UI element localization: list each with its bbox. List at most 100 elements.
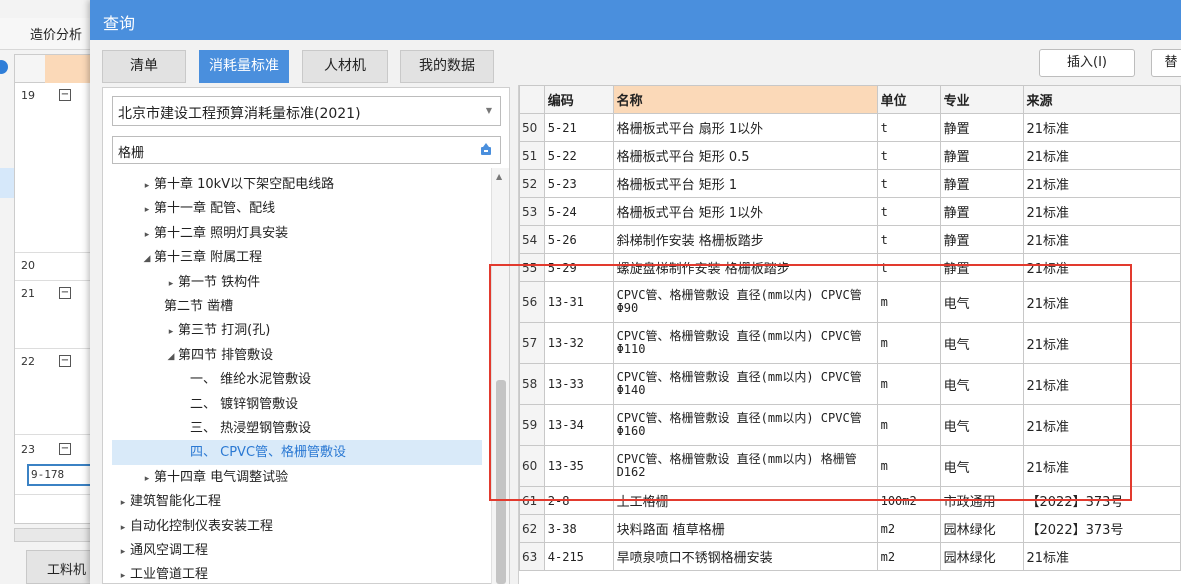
table-row[interactable]: 22 − — [15, 349, 101, 435]
tree-item[interactable]: ▸ 第十章 10kV以下架空配电线路 — [112, 172, 482, 197]
table-row[interactable]: 55 5-29 螺旋盘梯制作安装 格栅板踏步 t 静置 21标准 — [519, 253, 1181, 282]
expand-right-icon[interactable]: ▸ — [116, 540, 130, 565]
table-row[interactable]: 62 3-38 块料路面 植草格栅 m2 园林绿化 【2022】373号 — [519, 514, 1181, 543]
collapse-icon[interactable]: − — [59, 89, 71, 101]
expand-right-icon[interactable]: ▸ — [140, 198, 154, 223]
col-header-source[interactable]: 来源 — [1022, 85, 1181, 114]
code-cell: 2-8 — [543, 486, 614, 515]
table-row[interactable]: 19 − — [15, 83, 101, 253]
table-row[interactable]: 51 5-22 格栅板式平台 矩形 0.5 t 静置 21标准 — [519, 141, 1181, 170]
dialog-title: 查询 — [90, 0, 1181, 40]
table-row[interactable]: 56 13-31 CPVC管、格栅管敷设 直径(mm以内) CPVC管 Φ90 m 电气… — [519, 281, 1181, 323]
name-cell: 斜梯制作安装 格栅板踏步 — [612, 225, 878, 254]
row-number: 20 — [21, 259, 35, 272]
standard-select-value: 北京市建设工程预算消耗量标准(2021) — [118, 106, 361, 122]
tree-item-label: 第十二章 照明灯具安装 — [154, 225, 289, 241]
tab-bill[interactable]: 清单 — [102, 50, 186, 83]
expand-right-icon[interactable]: ▸ — [164, 320, 178, 345]
table-row[interactable]: 60 13-35 CPVC管、格栅管敷设 直径(mm以内) 格栅管 D162 m 电气 2… — [519, 445, 1181, 487]
expand-right-icon[interactable]: ▸ — [164, 272, 178, 297]
tree-item[interactable]: ▸ 第十一章 配管、配线 — [112, 196, 482, 221]
results-table: 编码 名称 单位 专业 来源 50 5-21 格栅板式平台 扇形 1以外 t 静置 21标… — [519, 85, 1181, 571]
tree-item-label: 四、 CPVC管、格栅管敷设 — [190, 445, 347, 461]
tree-item[interactable]: 三、 热浸塑钢管敷设 — [112, 416, 482, 441]
row-index: 61 — [519, 486, 545, 515]
col-header-code[interactable]: 编码 — [543, 85, 614, 114]
tree-item[interactable]: ▸ 第十四章 电气调整试验 — [112, 465, 482, 490]
expand-down-icon[interactable]: ◢ — [164, 345, 178, 370]
tree-item[interactable]: 一、 维纶水泥管敷设 — [112, 367, 482, 392]
tree-item[interactable]: ▸ 第一节 铁构件 — [112, 270, 482, 295]
scroll-thumb[interactable] — [496, 380, 506, 584]
code-cell: 13-33 — [543, 363, 614, 405]
table-row[interactable]: 21 − — [15, 281, 101, 349]
name-cell: 土工格栅 — [612, 486, 878, 515]
name-cell: 格栅板式平台 扇形 1以外 — [612, 113, 878, 142]
expand-down-icon[interactable]: ◢ — [140, 247, 154, 272]
standard-select[interactable]: 北京市建设工程预算消耗量标准(2021) ▼ — [112, 96, 501, 126]
col-header-unit[interactable]: 单位 — [876, 85, 941, 114]
tree-item[interactable]: 二、 镀锌钢管敷设 — [112, 392, 482, 417]
col-header-major[interactable]: 专业 — [939, 85, 1024, 114]
chevron-down-icon[interactable]: ▼ — [486, 106, 492, 115]
collapse-icon[interactable]: − — [59, 443, 71, 455]
name-cell: 螺旋盘梯制作安装 格栅板踏步 — [612, 253, 878, 282]
tree-item[interactable]: ▸ 通风空调工程 — [112, 538, 482, 563]
tab-consumption-standard[interactable]: 消耗量标准 — [199, 50, 289, 83]
code-cell: 5-26 — [543, 225, 614, 254]
tab-my-data[interactable]: 我的数据 — [400, 50, 494, 83]
tree-item[interactable]: ▸ 第三节 打洞(孔) — [112, 318, 482, 343]
unit-cell: m2 — [876, 514, 941, 543]
source-cell: 21标准 — [1022, 542, 1181, 571]
tree-item[interactable]: 第二节 凿槽 — [112, 294, 482, 319]
collapse-icon[interactable]: − — [59, 287, 71, 299]
name-cell: CPVC管、格栅管敷设 直径(mm以内) CPVC管 Φ160 — [612, 404, 878, 446]
background-tabbar: 造价分析 — [0, 18, 100, 50]
tree-item[interactable]: 四、 CPVC管、格栅管敷设 — [112, 440, 482, 466]
tree-item-label: 通风空调工程 — [130, 543, 209, 558]
tree-item[interactable]: ◢ 第四节 排管敷设 — [112, 343, 482, 368]
table-row[interactable]: 63 4-215 旱喷泉喷口不锈钢格栅安装 m2 园林绿化 21标准 — [519, 542, 1181, 571]
table-row[interactable]: 54 5-26 斜梯制作安装 格栅板踏步 t 静置 21标准 — [519, 225, 1181, 254]
replace-button[interactable]: 替 — [1151, 49, 1181, 77]
expand-right-icon[interactable]: ▸ — [140, 223, 154, 248]
table-row[interactable]: 53 5-24 格栅板式平台 矩形 1以外 t 静置 21标准 — [519, 197, 1181, 226]
row-index: 59 — [519, 404, 545, 446]
tab-labor-material-machine[interactable]: 人材机 — [302, 50, 388, 83]
table-row[interactable]: 61 2-8 土工格栅 100m2 市政通用 【2022】373号 — [519, 486, 1181, 515]
tree-item[interactable]: ▸ 建筑智能化工程 — [112, 489, 482, 514]
table-row[interactable]: 50 5-21 格栅板式平台 扇形 1以外 t 静置 21标准 — [519, 113, 1181, 142]
expand-right-icon[interactable]: ▸ — [116, 564, 130, 584]
tree-scrollbar[interactable]: ▲ — [491, 168, 509, 584]
col-header-name[interactable]: 名称 — [612, 85, 878, 114]
search-input[interactable]: 格栅 — [112, 136, 501, 164]
source-cell: 21标准 — [1022, 169, 1181, 198]
background-app: 造价分析 19 − 20 21 − 22 − 23 − 9-178 工料机 — [0, 0, 101, 584]
row-index: 62 — [519, 514, 545, 543]
table-row[interactable]: 58 13-33 CPVC管、格栅管敷设 直径(mm以内) CPVC管 Φ140 m 电… — [519, 363, 1181, 405]
row-index: 52 — [519, 169, 545, 198]
filter-search-icon[interactable] — [478, 141, 494, 157]
name-cell: 格栅板式平台 矩形 1以外 — [612, 197, 878, 226]
tree-item-label: 第一节 铁构件 — [178, 274, 261, 290]
name-cell: 块料路面 植草格栅 — [612, 514, 878, 543]
background-scrollbar[interactable] — [14, 528, 100, 542]
tree-item[interactable]: ▸ 工业管道工程 — [112, 562, 482, 584]
scroll-up-icon[interactable]: ▲ — [496, 172, 502, 181]
table-row[interactable]: 59 13-34 CPVC管、格栅管敷设 直径(mm以内) CPVC管 Φ160 m 电… — [519, 404, 1181, 446]
table-row[interactable]: 52 5-23 格栅板式平台 矩形 1 t 静置 21标准 — [519, 169, 1181, 198]
tree-item[interactable]: ▸ 第十二章 照明灯具安装 — [112, 221, 482, 246]
insert-button[interactable]: 插入(I) — [1039, 49, 1135, 77]
collapse-icon[interactable]: − — [59, 355, 71, 367]
background-tab[interactable]: 造价分析 — [30, 24, 82, 43]
bottom-tab-materials[interactable]: 工料机 — [26, 550, 100, 584]
expand-right-icon[interactable]: ▸ — [140, 174, 154, 199]
tree-item[interactable]: ▸ 自动化控制仪表安装工程 — [112, 514, 482, 539]
expand-right-icon[interactable]: ▸ — [116, 491, 130, 516]
table-row[interactable]: 57 13-32 CPVC管、格栅管敷设 直径(mm以内) CPVC管 Φ110 m 电… — [519, 322, 1181, 364]
table-row[interactable]: 20 — [15, 253, 101, 281]
tree-item[interactable]: ◢ 第十三章 附属工程 — [112, 245, 482, 270]
expand-right-icon[interactable]: ▸ — [140, 467, 154, 492]
expand-right-icon[interactable]: ▸ — [116, 516, 130, 541]
code-cell: 3-38 — [543, 514, 614, 543]
